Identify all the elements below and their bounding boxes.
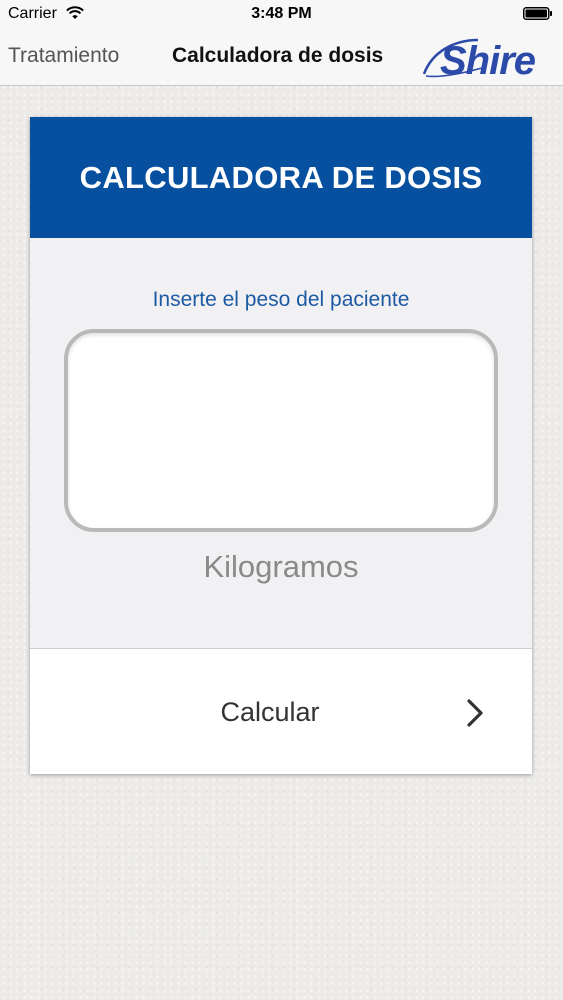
page-title: Calculadora de dosis — [172, 44, 384, 67]
weight-input[interactable] — [64, 329, 498, 532]
navigation-bar: Tratamiento Calculadora de dosis Shire — [0, 28, 563, 86]
battery-icon — [523, 7, 552, 20]
back-button[interactable]: Tratamiento — [8, 44, 119, 68]
chevron-right-icon — [467, 699, 483, 727]
shire-logo: Shire — [422, 38, 537, 82]
card-header: CALCULADORA DE DOSIS — [30, 117, 532, 238]
weight-prompt-label: Inserte el peso del paciente — [152, 288, 410, 311]
card-title: CALCULADORA DE DOSIS — [79, 159, 483, 195]
dose-calculator-card: CALCULADORA DE DOSIS Inserte el peso del… — [30, 117, 532, 774]
svg-text:Shire: Shire — [440, 39, 536, 82]
calculate-button-label: Calcular — [220, 697, 320, 727]
unit-label: Kilogramos — [203, 549, 359, 584]
status-bar: Carrier 3:48 PM — [0, 0, 563, 28]
clock: 3:48 PM — [251, 5, 312, 22]
calculate-button[interactable]: Calcular — [30, 648, 532, 774]
